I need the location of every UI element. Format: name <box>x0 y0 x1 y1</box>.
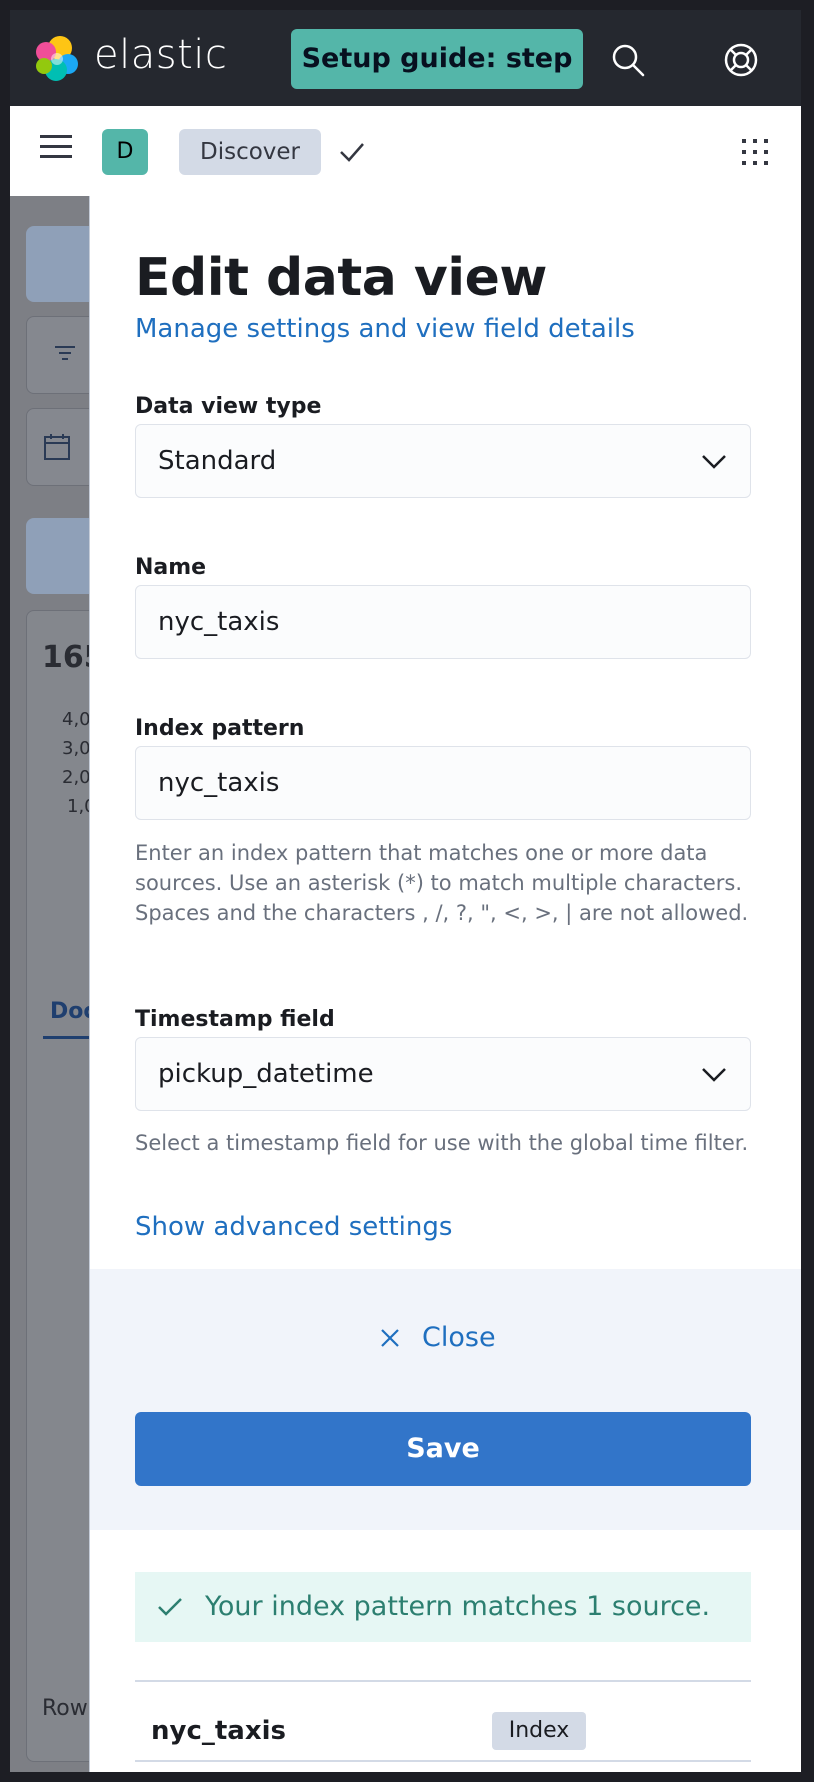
background-query-bar <box>26 226 90 302</box>
name-label: Name <box>135 555 207 580</box>
sources-table-divider <box>135 1680 751 1682</box>
close-icon <box>381 1329 399 1347</box>
background-axis-tick: 3,0 <box>62 738 90 759</box>
breadcrumb-discover[interactable]: Discover <box>179 129 321 175</box>
flyout-footer <box>90 1269 801 1530</box>
menu-hamburger-icon[interactable] <box>40 134 72 160</box>
space-avatar[interactable]: D <box>102 129 148 175</box>
background-footer-rows: Row <box>42 1696 88 1721</box>
background-discover-page: 165 4,0 3,0 2,0 1,0 Doc Row <box>10 196 90 1772</box>
background-date-picker <box>26 408 90 486</box>
match-success-text: Your index pattern matches 1 source. <box>205 1591 711 1622</box>
name-input[interactable]: nyc_taxis <box>135 585 751 659</box>
filter-icon <box>55 346 75 360</box>
flyout-title: Edit data view <box>135 248 547 308</box>
close-button-label: Close <box>422 1322 496 1353</box>
check-icon <box>158 1598 182 1616</box>
background-panel <box>26 518 90 594</box>
background-hits-count: 165 <box>42 640 90 675</box>
background-axis-tick: 4,0 <box>62 709 90 730</box>
search-icon[interactable] <box>610 42 646 78</box>
background-axis-tick: 1,0 <box>67 796 90 817</box>
app-window: elastic Setup guide: step 1 D Discover <box>10 10 801 1772</box>
index-pattern-help-text: Enter an index pattern that matches one … <box>135 841 749 925</box>
setup-guide-button[interactable]: Setup guide: step 1 <box>291 29 583 134</box>
save-button[interactable]: Save <box>135 1412 751 1486</box>
timestamp-field-label: Timestamp field <box>135 1007 335 1032</box>
background-tab-documents: Doc <box>50 999 90 1024</box>
show-advanced-settings-link[interactable]: Show advanced settings <box>135 1212 452 1242</box>
data-view-type-select[interactable]: Standard <box>135 424 751 498</box>
sources-table-divider <box>135 1760 751 1762</box>
index-pattern-label: Index pattern <box>135 716 305 741</box>
source-name: nyc_taxis <box>151 1716 287 1746</box>
elastic-logo-icon[interactable] <box>32 34 82 84</box>
background-tab-underline <box>43 1036 90 1039</box>
match-success-callout: Your index pattern matches 1 source. <box>135 1572 751 1642</box>
timestamp-field-help-text: Select a timestamp field for use with th… <box>135 1131 749 1155</box>
background-axis-tick: 2,0 <box>62 767 90 788</box>
chevron-down-icon <box>702 1068 726 1082</box>
background-filter-bar <box>26 316 90 394</box>
calendar-icon <box>44 434 70 460</box>
source-type-badge: Index <box>492 1712 586 1750</box>
chevron-down-icon <box>702 455 726 469</box>
apps-grid-icon[interactable] <box>741 138 769 166</box>
timestamp-field-select[interactable]: pickup_datetime <box>135 1037 751 1111</box>
help-lifebuoy-icon[interactable] <box>723 42 759 78</box>
brand-name: elastic <box>94 32 228 78</box>
data-view-type-label: Data view type <box>135 394 322 419</box>
name-input-value: nyc_taxis <box>158 607 280 637</box>
index-pattern-value: nyc_taxis <box>158 768 280 798</box>
timestamp-field-value: pickup_datetime <box>158 1059 374 1089</box>
flyout-subtitle-link[interactable]: Manage settings and view field details <box>135 314 635 344</box>
data-view-type-value: Standard <box>158 446 277 476</box>
check-icon <box>340 143 364 162</box>
index-pattern-input[interactable]: nyc_taxis <box>135 746 751 820</box>
